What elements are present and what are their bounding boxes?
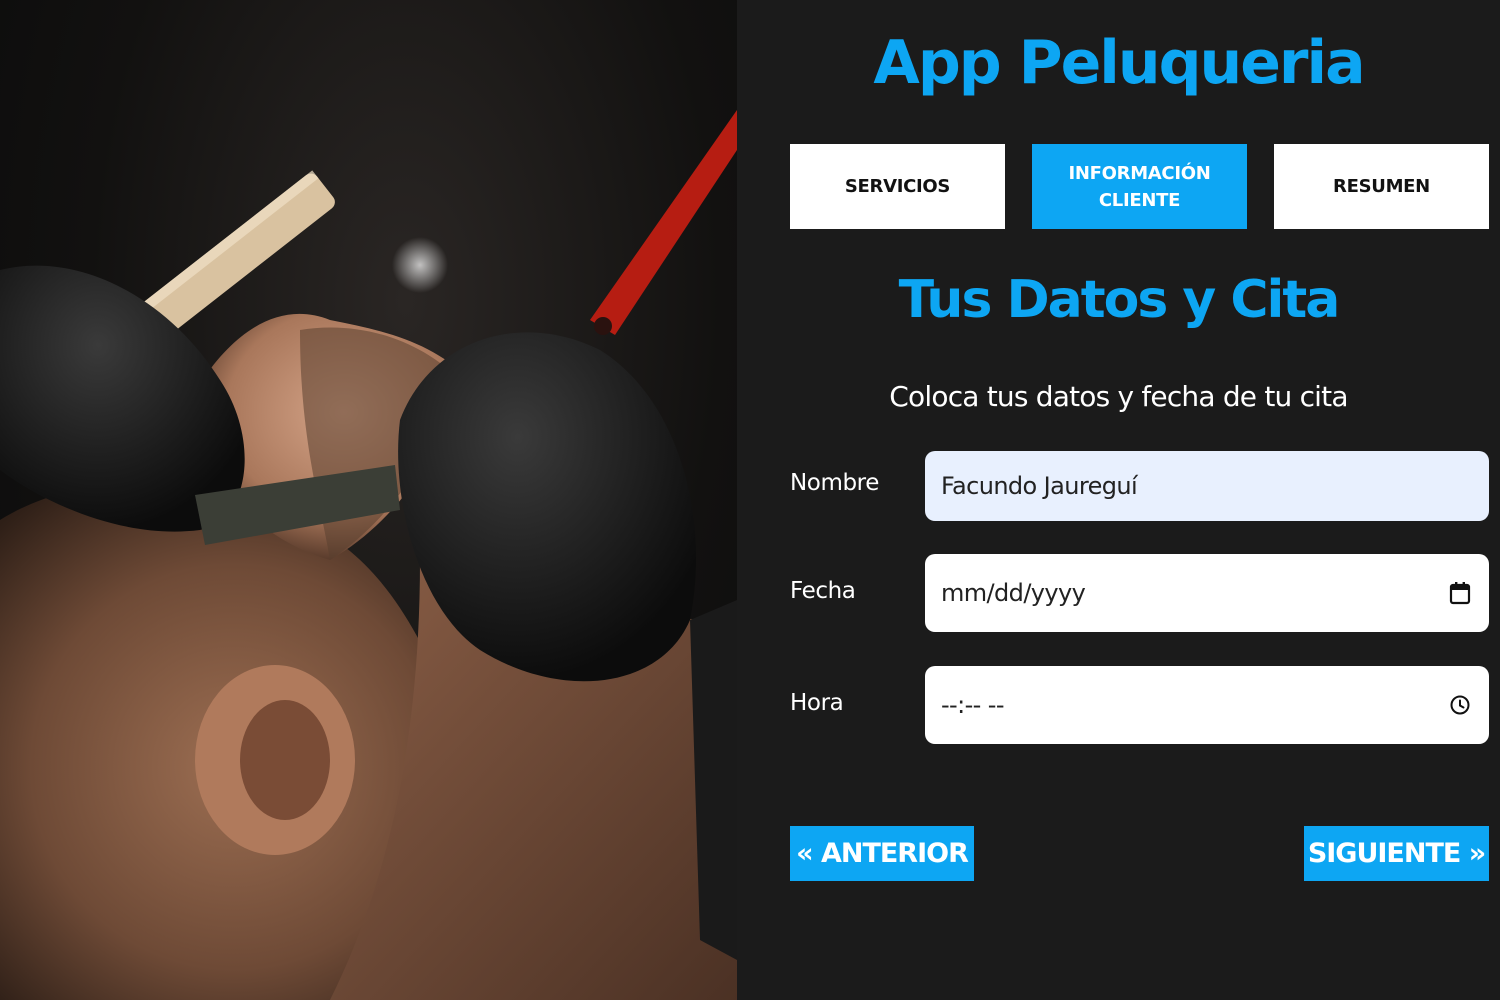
tab-resumen[interactable]: Resumen: [1274, 144, 1489, 229]
app-title: App Peluqueria: [873, 28, 1365, 98]
tab-informacion-cliente[interactable]: Información Cliente: [1032, 144, 1247, 229]
nombre-input[interactable]: Facundo Jaureguí: [925, 451, 1489, 521]
nombre-value: Facundo Jaureguí: [941, 472, 1138, 500]
fecha-label: Fecha: [790, 578, 856, 604]
previous-button[interactable]: « Anterior: [790, 826, 974, 881]
next-button[interactable]: Siguiente »: [1304, 826, 1489, 881]
section-title: Tus Datos y Cita: [898, 270, 1341, 330]
appointment-panel: App Peluqueria Servicios Información Cli…: [737, 0, 1500, 1000]
calendar-icon[interactable]: [1447, 580, 1473, 606]
hero-barber-photo: [0, 0, 737, 1000]
barber-shaving-illustration: [0, 110, 737, 1000]
clock-icon[interactable]: [1447, 692, 1473, 718]
hora-placeholder: --:-- --: [941, 691, 1004, 719]
fecha-placeholder: mm/dd/yyyy: [941, 579, 1086, 607]
section-description: Coloca tus datos y fecha de tu cita: [889, 380, 1348, 413]
tab-servicios[interactable]: Servicios: [790, 144, 1005, 229]
step-tabs: Servicios Información Cliente Resumen: [790, 144, 1489, 229]
nombre-label: Nombre: [790, 470, 879, 496]
hora-input[interactable]: --:-- --: [925, 666, 1489, 744]
fecha-input[interactable]: mm/dd/yyyy: [925, 554, 1489, 632]
hora-label: Hora: [790, 690, 844, 716]
